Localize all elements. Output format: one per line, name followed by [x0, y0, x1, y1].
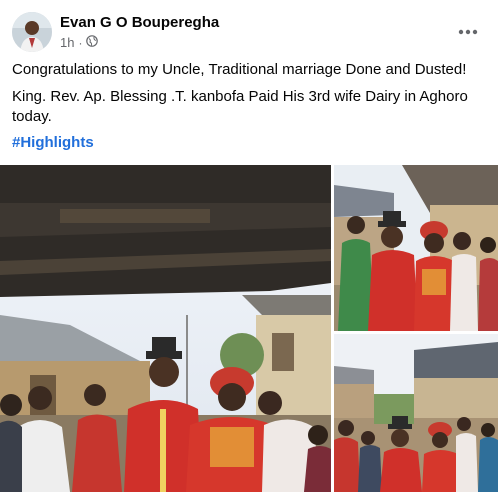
author-avatar[interactable]: [12, 12, 52, 52]
more-horizontal-icon[interactable]: [454, 18, 482, 46]
post-text-paragraph: King. Rev. Ap. Blessing .T. kanbofa Paid…: [12, 88, 468, 125]
facebook-post: Evan G O Bouperegha 1h · Congratulations…: [0, 0, 498, 492]
separator-dot: ·: [78, 35, 83, 50]
author-name[interactable]: Evan G O Bouperegha: [60, 14, 219, 31]
post-time[interactable]: 1h: [60, 35, 74, 50]
photo-bottom-right[interactable]: [334, 334, 498, 492]
globe-icon[interactable]: [86, 35, 99, 50]
photo-top-right[interactable]: [334, 165, 498, 331]
hashtag-link[interactable]: #Highlights: [12, 134, 94, 151]
post-header: Evan G O Bouperegha 1h ·: [12, 10, 486, 54]
post-text-paragraph: Congratulations to my Uncle, Traditional…: [12, 61, 467, 78]
post-meta: 1h ·: [60, 35, 99, 50]
post-media-grid: [0, 165, 498, 492]
photo-main[interactable]: [0, 165, 331, 492]
